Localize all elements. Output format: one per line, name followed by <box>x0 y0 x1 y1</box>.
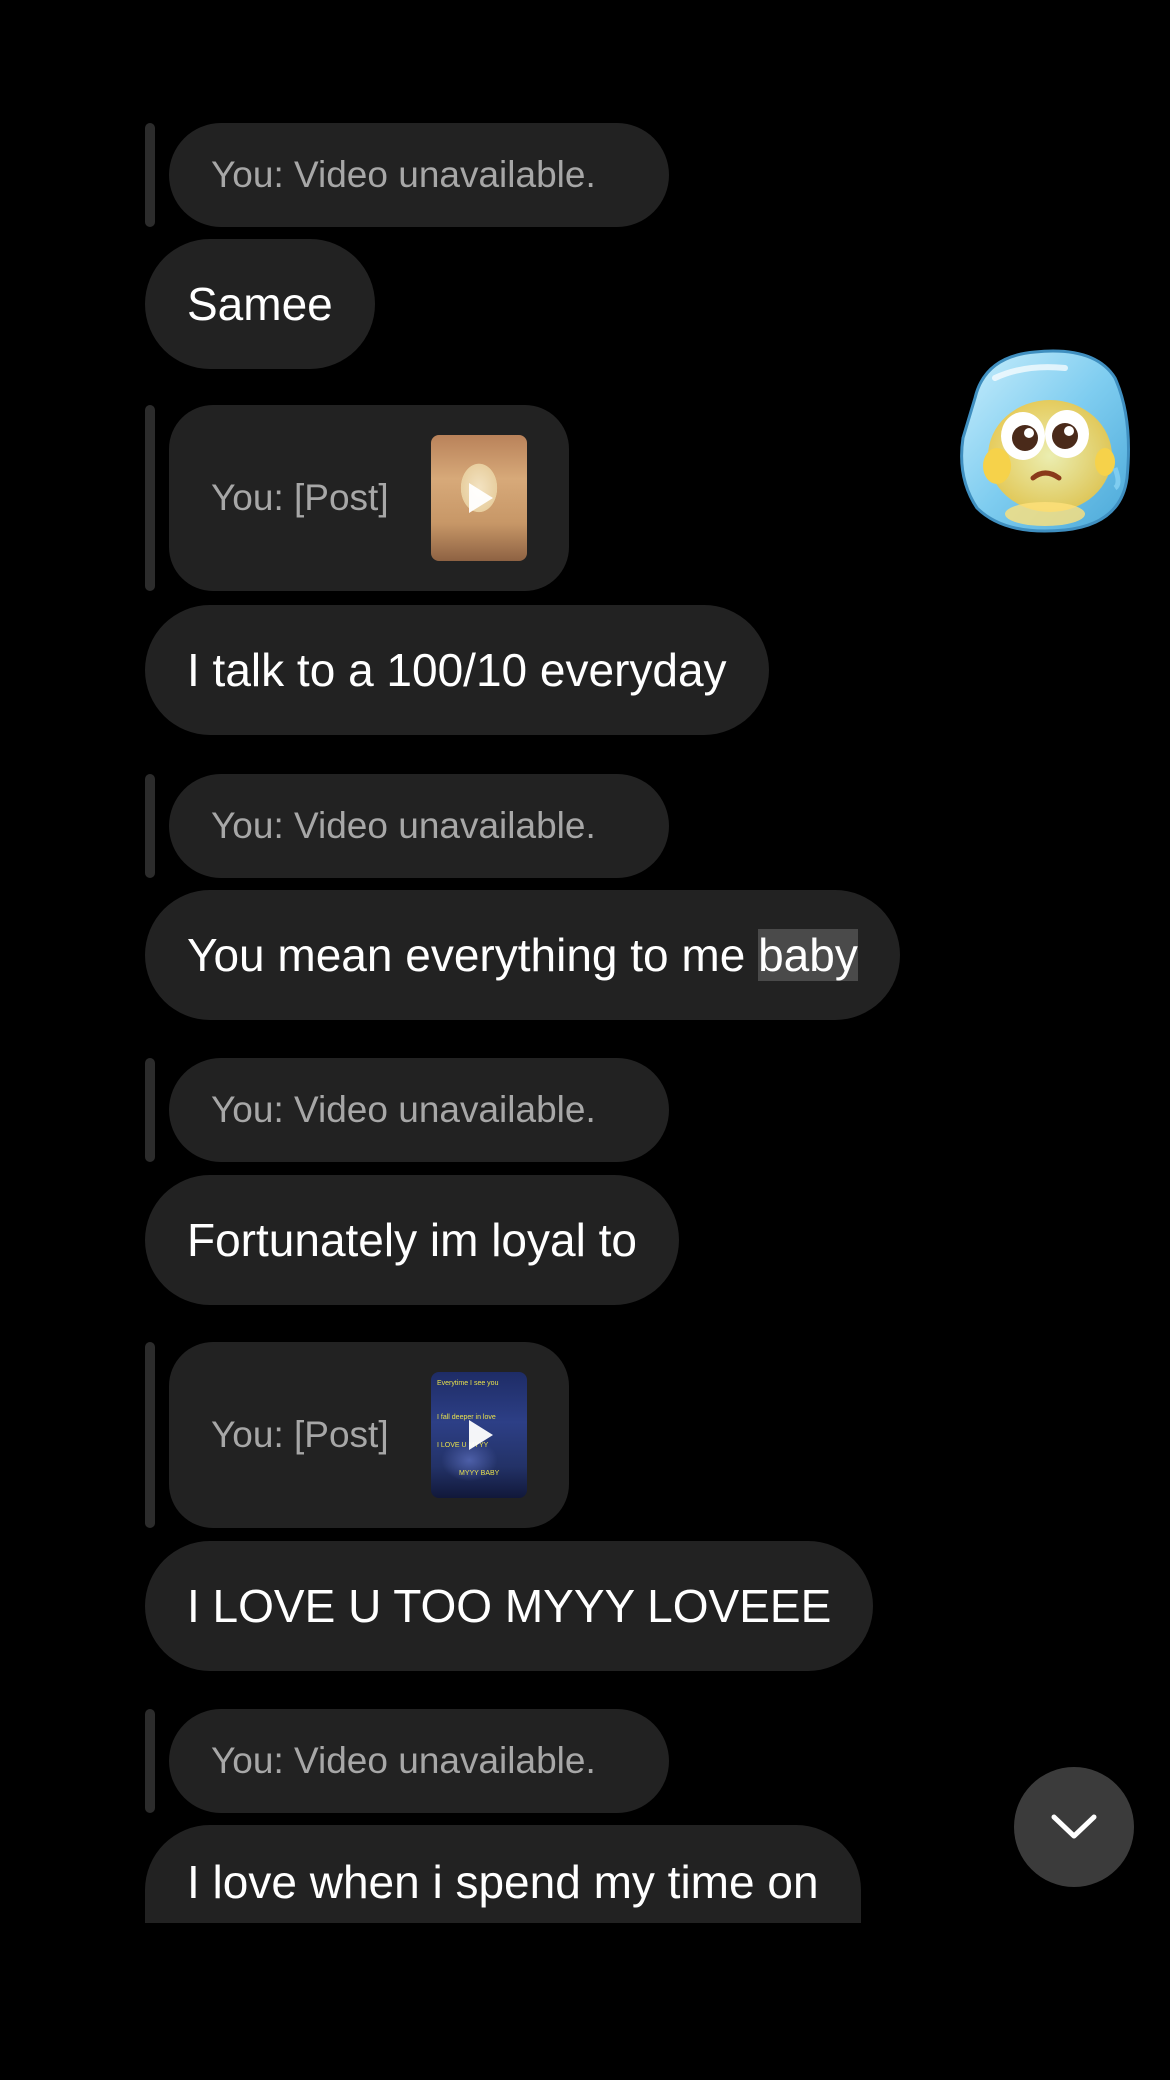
reply-pill[interactable]: You: Video unavailable. <box>169 774 669 878</box>
message-text: Samee <box>187 278 333 330</box>
reply-pill[interactable]: You: Video unavailable. <box>169 123 669 227</box>
reply-bar <box>145 774 155 878</box>
message-bubble[interactable]: I talk to a 100/10 everyday <box>145 605 769 735</box>
play-icon <box>469 483 493 513</box>
chevron-down-icon <box>1051 1814 1097 1839</box>
thumbnail-caption: MYYY BABY <box>459 1470 500 1477</box>
reply-bar <box>145 1058 155 1162</box>
reply-text: You: [Post] <box>211 477 389 518</box>
post-thumbnail[interactable]: Everytime I see you I fall deeper in lov… <box>431 1372 527 1498</box>
sticker-graphic <box>960 349 1130 533</box>
message-text: You mean everything to me baby <box>187 928 858 982</box>
reply-text: You: Video unavailable. <box>211 154 596 195</box>
reply-pill[interactable]: You: [Post] Everytime I see you I fall d… <box>169 1342 569 1528</box>
reply-pill[interactable]: You: [Post] <box>169 405 569 591</box>
message-bubble[interactable]: Samee <box>145 239 375 369</box>
message-text: I LOVE U TOO MYYY LOVEEE <box>187 1580 832 1632</box>
reply-text: You: Video unavailable. <box>211 805 596 846</box>
reply-bar <box>145 1342 155 1528</box>
message-bubble[interactable]: I LOVE U TOO MYYY LOVEEE <box>145 1541 874 1671</box>
crying-ice-cube-sticker[interactable] <box>955 338 1135 538</box>
reply-bar <box>145 1709 155 1813</box>
reply-bar <box>145 123 155 227</box>
message-bubble[interactable]: Fortunately im loyal to <box>145 1175 679 1305</box>
thumbnail-caption: Everytime I see you <box>437 1380 499 1387</box>
post-thumbnail[interactable] <box>431 435 527 561</box>
message-bubble[interactable]: I love when i spend my time on <box>145 1825 861 1923</box>
message-bubble[interactable]: You mean everything to me baby <box>145 890 900 1020</box>
scroll-to-bottom-button[interactable] <box>1014 1767 1134 1887</box>
reply-text: You: [Post] <box>211 1414 389 1455</box>
message-text: I love when i spend my time on <box>187 1856 819 1908</box>
message-text: I talk to a 100/10 everyday <box>187 644 727 696</box>
reply-pill[interactable]: You: Video unavailable. <box>169 1709 669 1813</box>
message-text-part: You mean everything to me <box>187 929 759 981</box>
reply-text: You: Video unavailable. <box>211 1740 596 1781</box>
reply-pill[interactable]: You: Video unavailable. <box>169 1058 669 1162</box>
reply-bar <box>145 405 155 591</box>
message-text: Fortunately im loyal to <box>187 1214 637 1266</box>
play-icon <box>469 1420 493 1450</box>
reply-text: You: Video unavailable. <box>211 1089 596 1130</box>
selected-word: baby <box>758 929 858 981</box>
